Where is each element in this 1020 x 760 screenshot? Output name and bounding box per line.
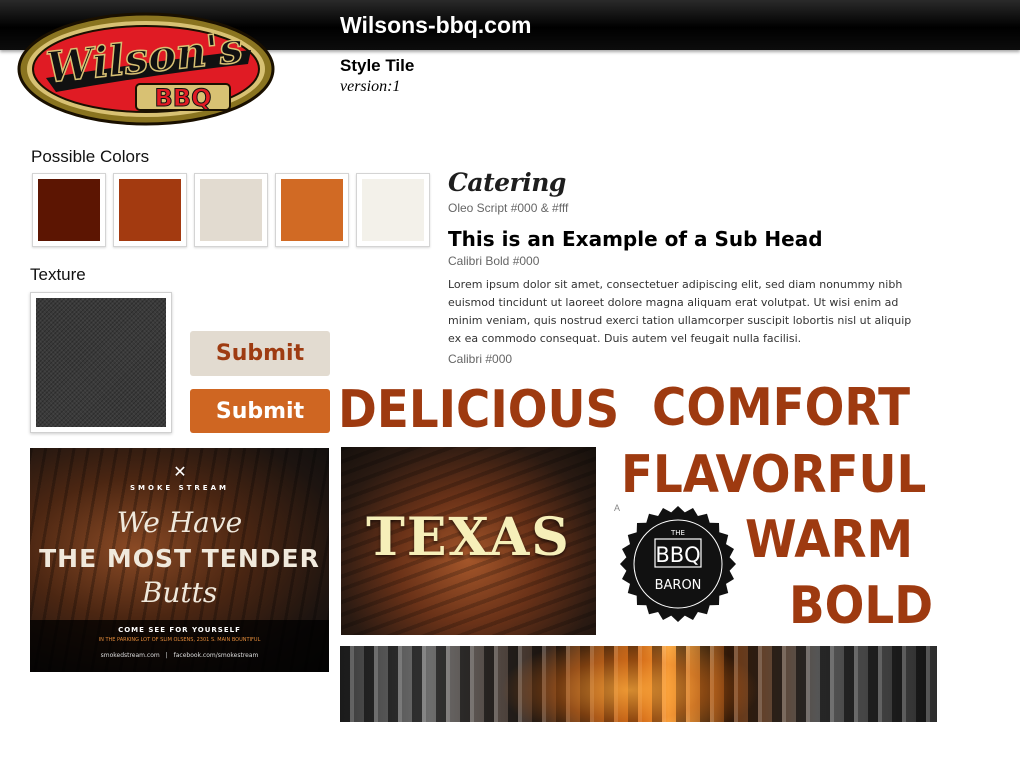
ad-site: smokedstream.com bbox=[100, 652, 160, 659]
badge-small-text: THE bbox=[670, 529, 685, 537]
swatch-fill bbox=[200, 179, 262, 241]
submit-button-orange[interactable]: Submit bbox=[190, 389, 330, 433]
ad-location: IN THE PARKING LOT OF SLIM OLSENS, 2301 … bbox=[98, 637, 261, 643]
color-swatch bbox=[194, 173, 268, 247]
utensils-icon: ✕ bbox=[173, 462, 187, 481]
texture-label: Texture bbox=[30, 265, 86, 284]
ad-social: facebook.com/smokestream bbox=[173, 652, 259, 659]
style-tile-title: Style Tile bbox=[340, 56, 415, 75]
texas-text: TEXAS bbox=[366, 507, 571, 568]
badge-baron-text: BARON bbox=[655, 578, 702, 593]
ad-brand: SMOKE STREAM bbox=[130, 484, 229, 492]
ad-headline: THE MOST TENDER bbox=[39, 544, 320, 573]
texture-sample bbox=[30, 292, 172, 433]
logo-bbq: BBQ bbox=[155, 84, 212, 112]
adjective-word: BOLD bbox=[789, 576, 934, 636]
heading-font-note: Oleo Script #000 & #fff bbox=[448, 201, 569, 215]
heading-sample: Catering bbox=[448, 168, 566, 197]
ad-cta: COME SEE FOR YOURSELF bbox=[118, 626, 241, 634]
color-swatch bbox=[32, 173, 106, 247]
color-swatch bbox=[113, 173, 187, 247]
texture-fill bbox=[36, 298, 166, 427]
adjective-word: COMFORT bbox=[652, 378, 910, 438]
colors-label: Possible Colors bbox=[31, 147, 150, 166]
style-tile-version: version:1 bbox=[340, 78, 401, 95]
badge-bbq-text: BBQ bbox=[655, 543, 700, 567]
color-swatch bbox=[275, 173, 349, 247]
submit-button-light[interactable]: Submit bbox=[190, 331, 330, 376]
swatch-fill bbox=[38, 179, 100, 241]
swatch-fill bbox=[281, 179, 343, 241]
swatch-fill bbox=[119, 179, 181, 241]
grill-flames-image bbox=[340, 646, 937, 722]
swatch-fill bbox=[362, 179, 424, 241]
adjective-word: WARM bbox=[745, 510, 914, 570]
texas-food-image: TEXAS bbox=[341, 447, 596, 635]
brisket-ad-image: ✕ SMOKE STREAM We Have THE MOST TENDER B… bbox=[30, 448, 329, 672]
subhead-sample: This is an Example of a Sub Head bbox=[448, 227, 823, 251]
adjective-word: FLAVORFUL bbox=[621, 445, 927, 505]
adjective-word: DELICIOUS bbox=[338, 380, 620, 440]
body-text-sample: Lorem ipsum dolor sit amet, consectetuer… bbox=[448, 278, 912, 345]
ad-script-2: Butts bbox=[141, 576, 218, 609]
color-swatch bbox=[356, 173, 430, 247]
wilsons-bbq-logo: Wilson's BBQ bbox=[17, 12, 275, 126]
ad-script-1: We Have bbox=[116, 506, 243, 539]
bbq-baron-badge: THE BBQ BARON bbox=[620, 506, 736, 622]
site-title: Wilsons-bbq.com bbox=[340, 12, 532, 38]
body-font-note: Calibri #000 bbox=[448, 352, 513, 366]
subhead-font-note: Calibri Bold #000 bbox=[448, 254, 540, 268]
